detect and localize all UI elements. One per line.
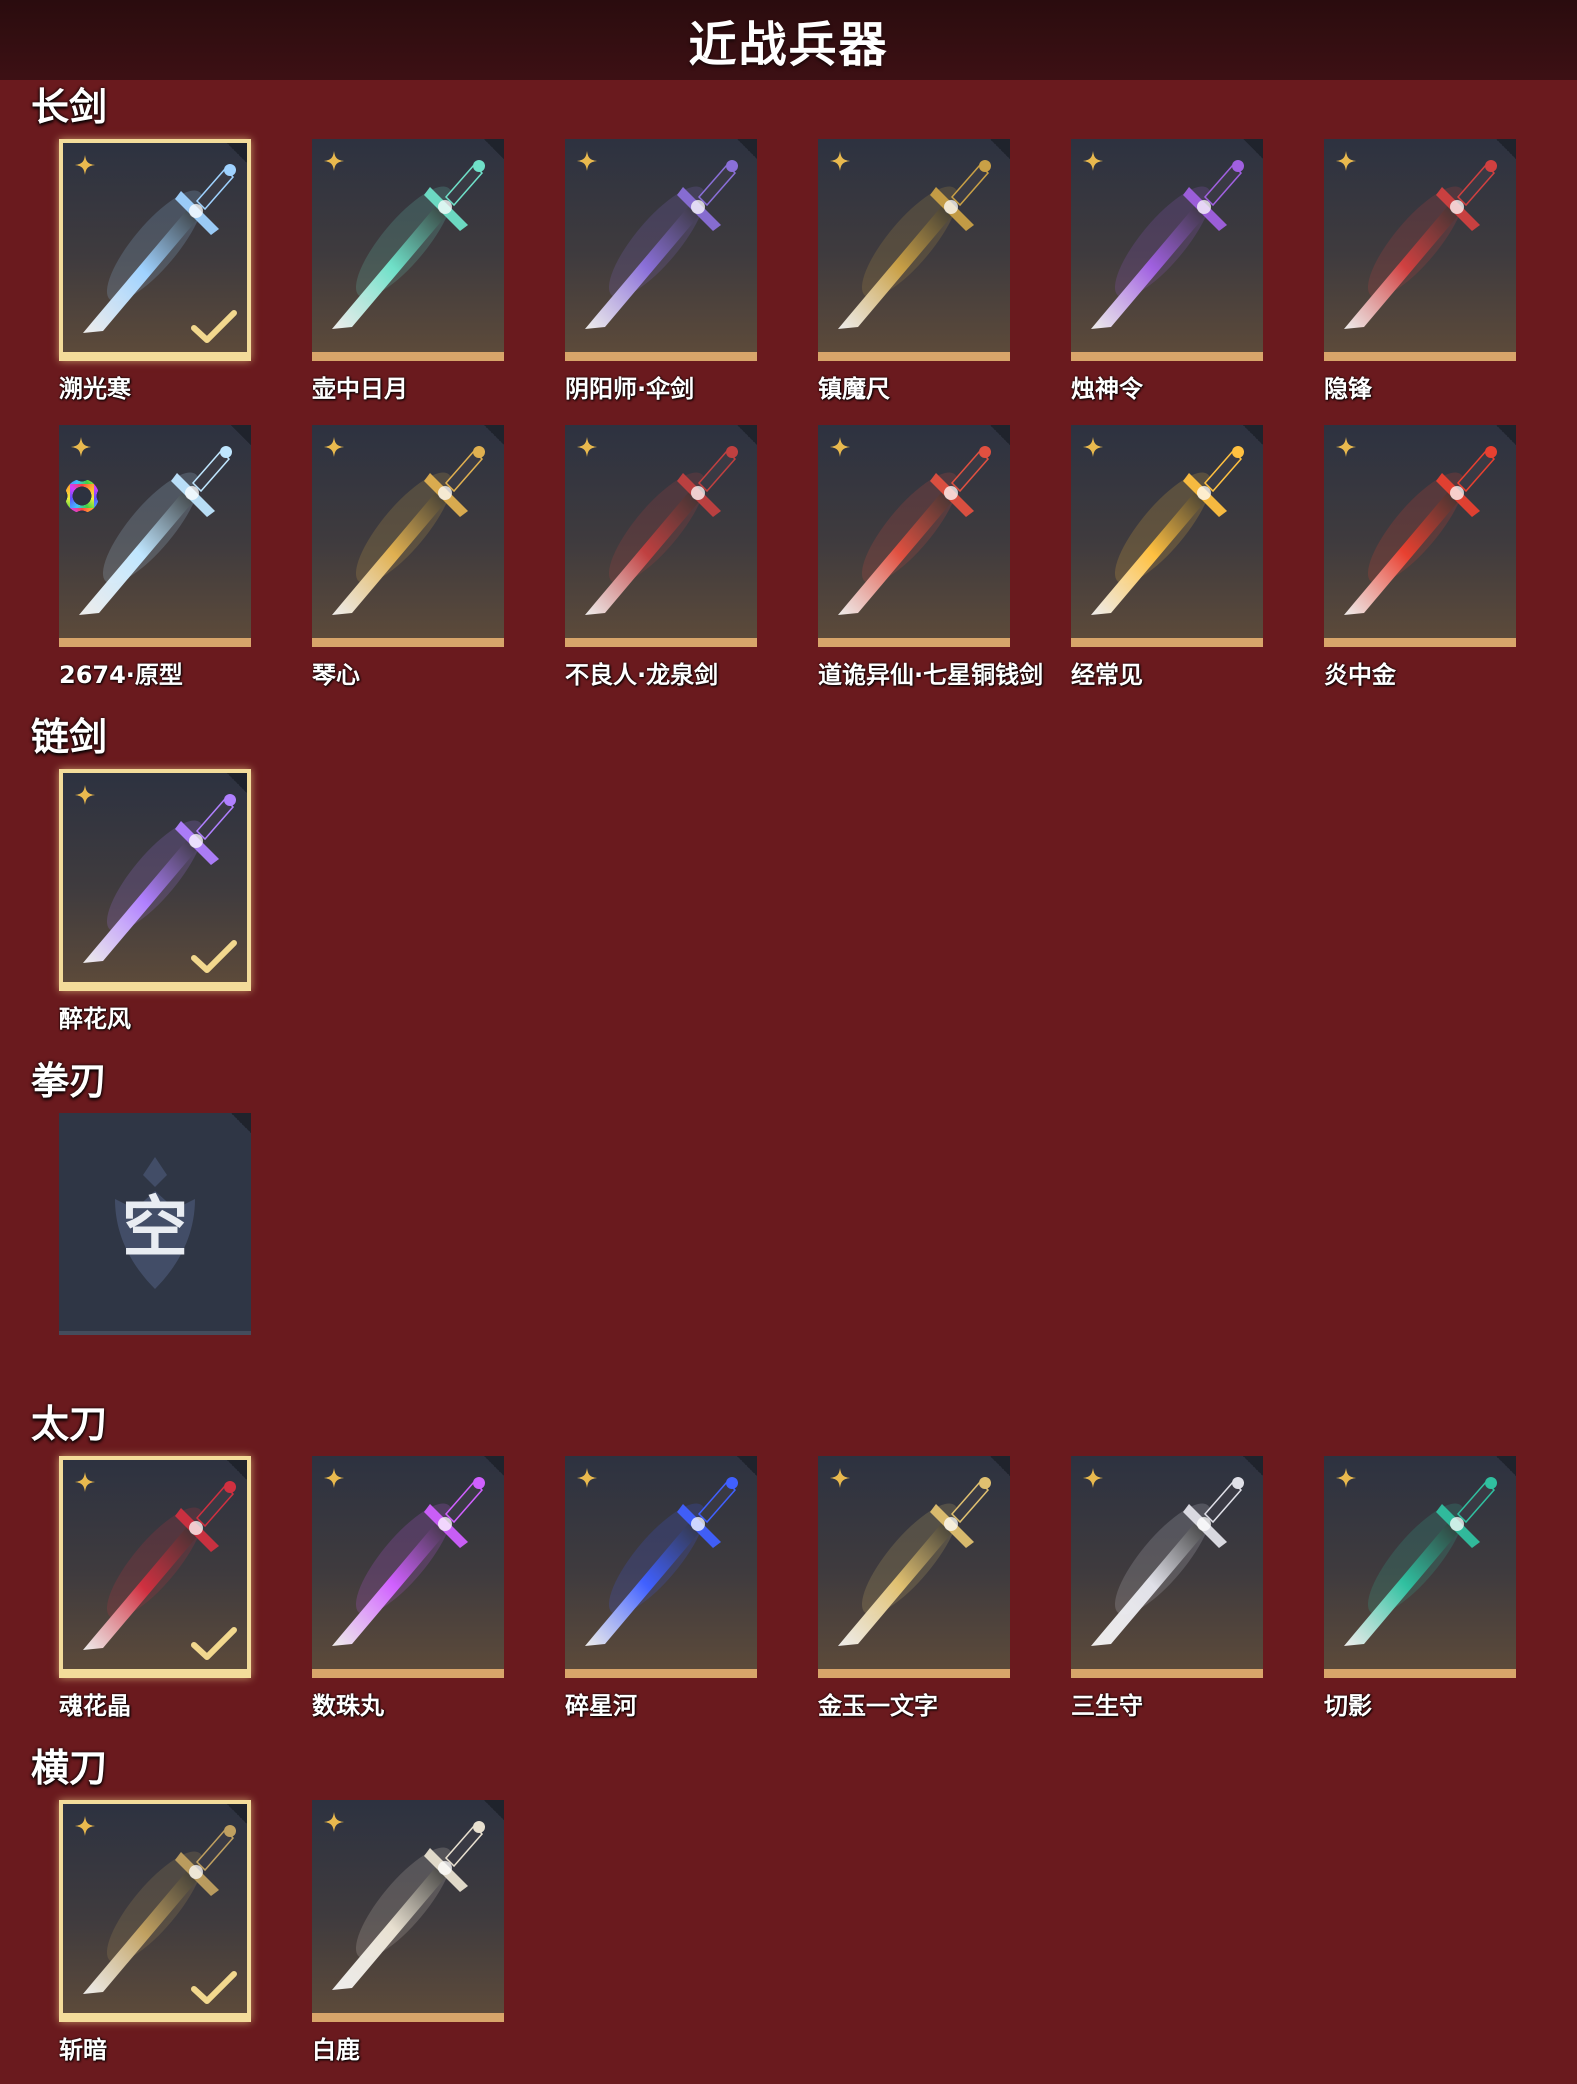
weapon-name: 斩暗 (59, 2036, 107, 2064)
weapon-card[interactable]: 斩暗 (59, 1800, 251, 2064)
weapon-card[interactable]: 白鹿 (312, 1800, 504, 2064)
weapon-name: 溯光寒 (59, 375, 131, 403)
weapon-name: 白鹿 (312, 2036, 360, 2064)
section-title: 链剑 (31, 715, 108, 759)
weapon-card-frame (565, 1456, 757, 1678)
weapon-name: 不良人·龙泉剑 (565, 661, 719, 689)
weapon-card[interactable]: 2674·原型 (59, 425, 251, 689)
weapon-card-frame (818, 1456, 1010, 1678)
weapon-card-frame (1071, 1456, 1263, 1678)
page-title: 近战兵器 (688, 17, 889, 73)
star-icon (324, 151, 344, 171)
weapon-name: 烛神令 (1071, 375, 1143, 403)
weapon-name: 隐锋 (1324, 375, 1372, 403)
weapon-card-frame (312, 1800, 504, 2022)
weapon-card[interactable]: 碎星河 (565, 1456, 757, 1720)
section-title: 拳刃 (31, 1059, 108, 1103)
weapon-card-frame (818, 425, 1010, 647)
weapon-card[interactable]: 溯光寒 (59, 139, 251, 403)
star-icon (75, 155, 95, 175)
weapon-card[interactable]: 三生守 (1071, 1456, 1263, 1720)
weapon-name: 碎星河 (565, 1692, 637, 1720)
weapon-card-frame: 空 (59, 1113, 251, 1335)
weapon-card[interactable]: 隐锋 (1324, 139, 1516, 403)
weapon-card-frame (59, 139, 251, 361)
weapon-name: 炎中金 (1324, 661, 1396, 689)
color-ring-icon (65, 479, 99, 513)
weapon-card-frame (59, 1800, 251, 2022)
star-icon (577, 437, 597, 457)
weapon-card[interactable]: 镇魔尺 (818, 139, 1010, 403)
weapon-card[interactable]: 醉花风 (59, 769, 251, 1033)
star-icon (1083, 1468, 1103, 1488)
page-header: 近战兵器 (0, 0, 1577, 80)
weapon-card-frame (59, 425, 251, 647)
section-title: 长剑 (31, 85, 108, 129)
star-icon (75, 1816, 95, 1836)
weapon-name: 数珠丸 (312, 1692, 384, 1720)
weapon-name: 2674·原型 (59, 661, 183, 689)
star-icon (1336, 1468, 1356, 1488)
weapon-card-frame (1071, 139, 1263, 361)
weapon-card-frame (565, 425, 757, 647)
star-icon (577, 151, 597, 171)
star-icon (324, 1468, 344, 1488)
check-icon (191, 310, 237, 343)
star-icon (1336, 151, 1356, 171)
star-icon (1083, 151, 1103, 171)
weapon-card[interactable]: 壶中日月 (312, 139, 504, 403)
weapon-name: 醉花风 (59, 1005, 131, 1033)
weapon-card[interactable]: 不良人·龙泉剑 (565, 425, 757, 689)
weapon-card[interactable]: 金玉一文字 (818, 1456, 1010, 1720)
weapon-card-frame (1071, 425, 1263, 647)
weapon-name: 壶中日月 (312, 375, 408, 403)
weapon-name: 三生守 (1071, 1692, 1143, 1720)
weapon-card-frame (1324, 139, 1516, 361)
star-icon (71, 437, 91, 457)
weapon-name: 阴阳师·伞剑 (565, 375, 695, 403)
weapon-name: 切影 (1324, 1692, 1372, 1720)
star-icon (830, 1468, 850, 1488)
weapon-card-frame (312, 139, 504, 361)
weapon-name: 琴心 (312, 661, 360, 689)
weapon-card[interactable]: 道诡异仙·七星铜钱剑 (818, 425, 1043, 689)
weapon-name: 魂花晶 (59, 1692, 131, 1720)
weapon-name: 道诡异仙·七星铜钱剑 (818, 661, 1044, 689)
check-icon (191, 1971, 237, 2004)
weapon-card[interactable]: 数珠丸 (312, 1456, 504, 1720)
weapon-card[interactable]: 切影 (1324, 1456, 1516, 1720)
check-icon (191, 940, 237, 973)
check-icon (191, 1627, 237, 1660)
empty-slot-label: 空 (122, 1189, 188, 1266)
weapon-name: 经常见 (1071, 661, 1143, 689)
star-icon (830, 151, 850, 171)
weapon-card-frame (1324, 425, 1516, 647)
weapon-card-frame (59, 769, 251, 991)
weapon-name: 镇魔尺 (818, 375, 890, 403)
star-icon (324, 437, 344, 457)
section-title: 太刀 (31, 1402, 108, 1446)
star-icon (1336, 437, 1356, 457)
empty-weapon-slot[interactable]: 空 (59, 1113, 251, 1335)
weapon-card-frame (312, 1456, 504, 1678)
star-icon (75, 1472, 95, 1492)
weapon-card[interactable]: 阴阳师·伞剑 (565, 139, 757, 403)
section-title: 横刀 (31, 1746, 108, 1790)
weapon-card-frame (59, 1456, 251, 1678)
star-icon (830, 437, 850, 457)
weapon-card-frame (1324, 1456, 1516, 1678)
star-icon (1083, 437, 1103, 457)
weapon-card[interactable]: 琴心 (312, 425, 504, 689)
weapon-card[interactable]: 烛神令 (1071, 139, 1263, 403)
weapon-card[interactable]: 魂花晶 (59, 1456, 251, 1720)
weapon-card[interactable]: 炎中金 (1324, 425, 1516, 689)
star-icon (577, 1468, 597, 1488)
weapon-card-frame (312, 425, 504, 647)
weapon-card[interactable]: 经常见 (1071, 425, 1263, 689)
weapon-card-frame (565, 139, 757, 361)
weapon-card-frame (818, 139, 1010, 361)
weapon-name: 金玉一文字 (818, 1692, 938, 1720)
star-icon (75, 785, 95, 805)
star-icon (324, 1812, 344, 1832)
